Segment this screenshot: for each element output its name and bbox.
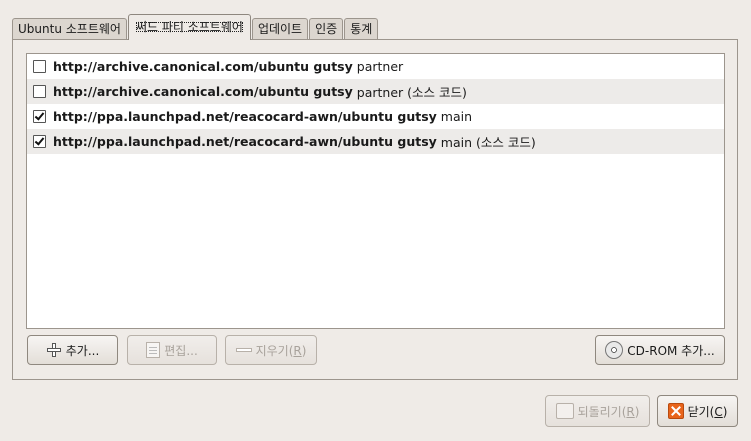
source-row[interactable]: http://archive.canonical.com/ubuntu guts… xyxy=(27,54,724,79)
tab-updates[interactable]: 업데이트 xyxy=(251,18,309,40)
source-url: http://ppa.launchpad.net/reacocard-awn/u… xyxy=(53,134,437,149)
tab-statistics[interactable]: 통계 xyxy=(344,18,379,40)
close-icon xyxy=(667,403,684,419)
source-url: http://ppa.launchpad.net/reacocard-awn/u… xyxy=(53,109,437,124)
add-button[interactable]: 추가... xyxy=(27,335,118,365)
tab-ubuntu-software[interactable]: Ubuntu 소프트웨어 xyxy=(12,18,127,40)
source-components: partner (소스 코드) xyxy=(356,85,467,100)
source-checkbox[interactable] xyxy=(33,135,46,148)
edit-button[interactable]: 편집... xyxy=(127,335,217,365)
tab-label: 통계 xyxy=(350,22,373,36)
source-components: partner xyxy=(356,59,404,74)
tab-label: 업데이트 xyxy=(257,22,303,36)
source-checkbox[interactable] xyxy=(33,110,46,123)
source-url: http://archive.canonical.com/ubuntu guts… xyxy=(53,59,353,74)
source-checkbox[interactable] xyxy=(33,85,46,98)
source-row[interactable]: http://ppa.launchpad.net/reacocard-awn/u… xyxy=(27,104,724,129)
edit-icon xyxy=(146,342,161,358)
tab-label: 써드 파티 소프트웨어 xyxy=(135,20,243,34)
sources-list[interactable]: http://archive.canonical.com/ubuntu guts… xyxy=(26,53,725,329)
revert-button-label: 되돌리기(R) xyxy=(577,404,640,419)
add-cdrom-button-label: CD-ROM 추가... xyxy=(627,343,715,358)
plus-icon xyxy=(46,342,62,358)
add-cdrom-button[interactable]: CD-ROM 추가... xyxy=(595,335,725,365)
tab-third-party-software[interactable]: 써드 파티 소프트웨어 xyxy=(127,14,251,40)
cd-icon xyxy=(605,341,624,359)
source-row[interactable]: http://archive.canonical.com/ubuntu guts… xyxy=(27,79,724,104)
source-row[interactable]: http://ppa.launchpad.net/reacocard-awn/u… xyxy=(27,129,724,154)
undo-icon xyxy=(555,403,574,419)
edit-button-label: 편집... xyxy=(164,343,198,358)
source-checkbox[interactable] xyxy=(33,60,46,73)
tab-label: Ubuntu 소프트웨어 xyxy=(18,22,121,36)
remove-button-label: 지우기(R) xyxy=(255,343,307,358)
tab-page-third-party: http://archive.canonical.com/ubuntu guts… xyxy=(12,39,738,380)
tab-bar: Ubuntu 소프트웨어 써드 파티 소프트웨어 업데이트 인증 통계 xyxy=(12,14,379,40)
tab-authentication[interactable]: 인증 xyxy=(309,18,344,40)
tab-label: 인증 xyxy=(315,22,338,36)
minus-icon xyxy=(235,348,252,352)
add-button-label: 추가... xyxy=(65,343,100,358)
source-components: main xyxy=(440,109,473,124)
close-button-label: 닫기(C) xyxy=(687,404,728,419)
source-components: main (소스 코드) xyxy=(440,135,536,150)
revert-button[interactable]: 되돌리기(R) xyxy=(545,395,650,427)
source-url: http://archive.canonical.com/ubuntu guts… xyxy=(53,84,353,99)
remove-button[interactable]: 지우기(R) xyxy=(225,335,317,365)
close-button[interactable]: 닫기(C) xyxy=(657,395,738,427)
